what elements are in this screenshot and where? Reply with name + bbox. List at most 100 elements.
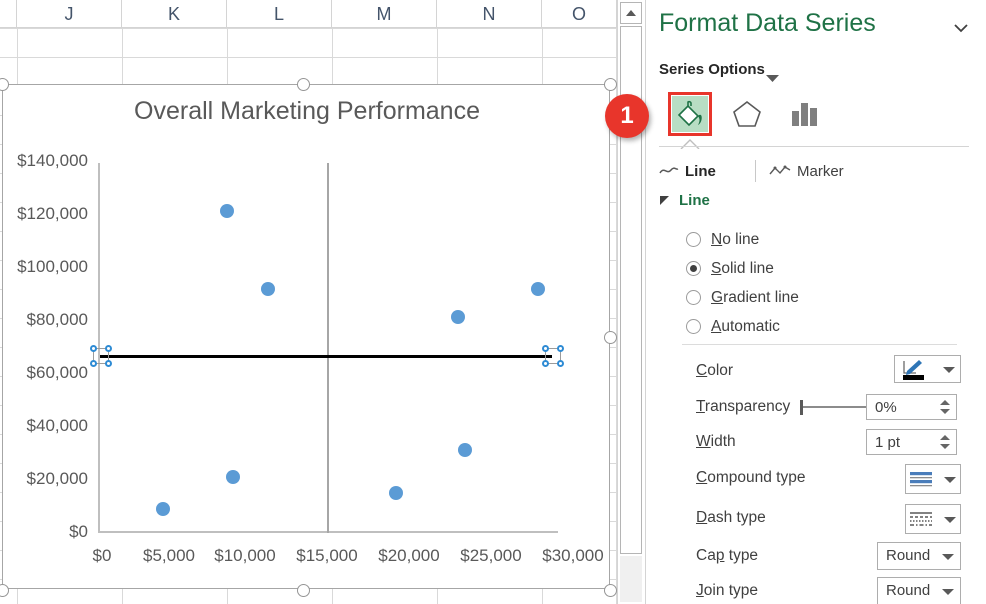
data-point[interactable] — [451, 310, 465, 324]
spreadsheet-area: J K L M N O — [0, 0, 645, 604]
pen-color-icon — [900, 358, 932, 382]
tab-fill-and-line[interactable] — [668, 92, 712, 136]
subtab-marker-label: Marker — [797, 163, 844, 180]
data-point[interactable] — [458, 443, 472, 457]
tab-series-options[interactable] — [782, 92, 826, 136]
data-point[interactable] — [389, 486, 403, 500]
accelerator-letter: T — [696, 398, 705, 415]
data-point[interactable] — [220, 204, 234, 218]
y-axis-tick-label: $100,000 — [17, 257, 88, 277]
spinner-down-icon[interactable] — [940, 409, 950, 414]
join-type-dropdown[interactable]: Round — [877, 577, 961, 604]
chevron-down-icon[interactable] — [944, 477, 956, 483]
chart-resize-handle-top-left[interactable] — [0, 78, 9, 91]
chart-resize-handle-top-center[interactable] — [297, 78, 310, 91]
line-section-header[interactable]: Line — [659, 192, 710, 209]
selection-handle-dot[interactable] — [90, 345, 97, 352]
chart-plot-area[interactable]: $140,000 $120,000 $100,000 $80,000 $60,0… — [98, 163, 558, 533]
column-header-k[interactable]: K — [122, 0, 227, 28]
transparency-slider[interactable] — [798, 398, 866, 416]
accelerator-letter: W — [696, 433, 711, 450]
chevron-down-icon[interactable] — [943, 367, 955, 373]
column-header-label: O — [572, 4, 586, 24]
subtab-line[interactable]: Line — [659, 158, 716, 184]
color-button[interactable] — [894, 355, 961, 383]
subtab-separator — [755, 160, 756, 182]
column-header-label: N — [483, 4, 496, 24]
chevron-down-icon[interactable] — [951, 20, 971, 36]
radio-no-line[interactable]: No line — [686, 227, 759, 252]
column-header-label: K — [168, 4, 180, 24]
column-header-l[interactable]: L — [227, 0, 332, 28]
radio-mark[interactable] — [686, 319, 701, 334]
accelerator-letter: J — [696, 582, 704, 599]
radio-mark[interactable] — [686, 232, 701, 247]
selection-handle-right[interactable] — [542, 345, 564, 367]
column-header-row: J K L M N O — [0, 0, 620, 28]
chart-object[interactable]: Overall Marketing Performance $140,000 $… — [2, 84, 610, 589]
triangle-up-icon — [626, 10, 636, 16]
accelerator-letter: A — [711, 318, 721, 335]
grid-line-horizontal — [0, 57, 617, 58]
spreadsheet-vertical-scrollbar[interactable] — [617, 0, 643, 604]
radio-automatic[interactable]: Automatic — [686, 314, 780, 339]
chevron-down-icon[interactable] — [942, 554, 954, 560]
selection-handle-dot[interactable] — [90, 360, 97, 367]
triangle-collapse-icon — [659, 195, 670, 206]
selection-handle-dot[interactable] — [105, 360, 112, 367]
selection-handle-dot[interactable] — [542, 360, 549, 367]
cap-type-dropdown[interactable]: Round — [877, 542, 961, 570]
data-point[interactable] — [531, 282, 545, 296]
chart-title[interactable]: Overall Marketing Performance — [3, 97, 611, 126]
column-header-o[interactable]: O — [542, 0, 617, 28]
radio-solid-line[interactable]: Solid line — [686, 256, 774, 281]
vertical-reference-line[interactable] — [327, 163, 329, 533]
radio-mark[interactable] — [686, 290, 701, 305]
column-header-m[interactable]: M — [332, 0, 437, 28]
chevron-down-icon[interactable] — [944, 517, 956, 523]
width-field[interactable]: 1 pt — [866, 429, 957, 455]
accelerator-letter: C — [696, 362, 707, 379]
data-point[interactable] — [226, 470, 240, 484]
compound-type-button[interactable] — [905, 464, 961, 494]
radio-label-text: olid line — [721, 260, 774, 277]
spinner-up-icon[interactable] — [940, 435, 950, 440]
radio-mark-checked[interactable] — [686, 261, 701, 276]
width-value: 1 pt — [875, 430, 900, 456]
series-options-label[interactable]: Series Options — [659, 61, 765, 78]
chevron-down-icon[interactable] — [942, 589, 954, 595]
pane-title: Format Data Series — [659, 9, 876, 38]
spinner-down-icon[interactable] — [940, 444, 950, 449]
subtab-marker[interactable]: Marker — [769, 158, 844, 184]
spinner-up-icon[interactable] — [940, 400, 950, 405]
horizontal-reference-line[interactable] — [100, 355, 552, 358]
line-marker-subtabs: Line Marker — [659, 158, 969, 184]
slider-thumb[interactable] — [800, 400, 803, 415]
chart-resize-handle-bottom-right[interactable] — [604, 584, 617, 597]
dash-type-button[interactable] — [905, 504, 961, 534]
selection-handle-dot[interactable] — [557, 360, 564, 367]
tab-effects[interactable] — [725, 92, 769, 136]
transparency-field[interactable]: 0% — [866, 394, 957, 420]
x-axis-tick-label: $10,000 — [202, 546, 288, 566]
chart-resize-handle-top-right[interactable] — [604, 78, 617, 91]
column-header-j[interactable]: J — [17, 0, 122, 28]
selection-handle-dot[interactable] — [557, 345, 564, 352]
column-header-label: L — [274, 4, 284, 24]
radio-gradient-line[interactable]: Gradient line — [686, 285, 799, 310]
chevron-down-icon[interactable] — [765, 70, 780, 88]
selection-handle-left[interactable] — [90, 345, 112, 367]
selection-handle-dot[interactable] — [105, 345, 112, 352]
data-point[interactable] — [156, 502, 170, 516]
scroll-up-button[interactable] — [620, 2, 642, 24]
selection-handle-dot[interactable] — [542, 345, 549, 352]
column-header-n[interactable]: N — [437, 0, 542, 28]
section-divider — [682, 344, 957, 345]
cap-type-label-pre: Ca — [696, 547, 716, 564]
chart-resize-handle-bottom-left[interactable] — [0, 584, 9, 597]
chart-resize-handle-middle-right[interactable] — [604, 331, 617, 344]
data-point[interactable] — [261, 282, 275, 296]
scrollbar-track[interactable] — [620, 556, 642, 602]
chart-resize-handle-bottom-center[interactable] — [297, 584, 310, 597]
join-type-value: Round — [886, 578, 930, 604]
